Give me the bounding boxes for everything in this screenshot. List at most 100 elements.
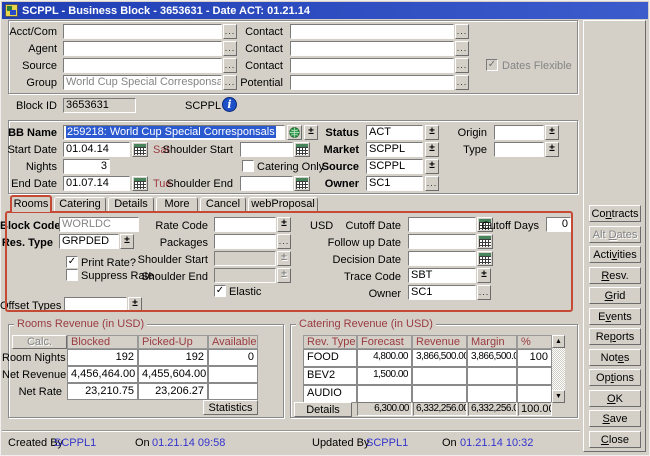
start-date-label: Start Date xyxy=(0,143,60,158)
shoulder-start-field[interactable] xyxy=(240,142,293,157)
catering-total-margin: 6,332,256.00 xyxy=(468,402,517,416)
catering-cell[interactable] xyxy=(412,385,467,403)
app-icon xyxy=(5,4,18,17)
catering-col-forecast: Forecast xyxy=(357,335,412,349)
tab-details[interactable]: Details xyxy=(108,197,154,212)
bb-name-selected-text: 259218: World Cup Special Corresponsals xyxy=(66,126,276,138)
rooms-cell[interactable] xyxy=(208,366,258,383)
notes-button[interactable]: Notes xyxy=(589,349,641,366)
created-by-value: SCPPL1 xyxy=(54,436,96,451)
events-button[interactable]: Events xyxy=(589,308,641,325)
tab-catering[interactable]: Catering xyxy=(54,197,106,212)
contact3-field[interactable] xyxy=(290,58,454,73)
status-label: Status xyxy=(300,126,362,141)
rooms-row-label-nights: Room Nights xyxy=(2,351,65,366)
bb-name-field[interactable]: 259218: World Cup Special Corresponsals xyxy=(63,125,285,140)
agent-label: Agent xyxy=(0,42,60,57)
owner-field[interactable]: SC1 xyxy=(366,176,423,191)
shoulder-end-field[interactable] xyxy=(240,176,293,191)
catering-revenue-title: Catering Revenue (in USD) xyxy=(296,318,436,330)
catering-cell[interactable] xyxy=(517,385,552,403)
catering-scrollbar[interactable] xyxy=(552,348,565,390)
rooms-cell[interactable]: 4,456,464.00 xyxy=(67,366,138,383)
options-button[interactable]: Options xyxy=(589,369,641,386)
window-title: SCPPL - Business Block - 3653631 - Date … xyxy=(22,5,310,17)
catering-cell[interactable]: 3,866,500.00 xyxy=(412,349,467,367)
catering-col-revtype: Rev. Type xyxy=(303,335,357,349)
rooms-cell[interactable]: 23,206.27 xyxy=(138,383,208,400)
catering-cell[interactable]: 3,866,500.00 xyxy=(467,349,517,367)
updated-on-label: On xyxy=(442,436,457,451)
close-button[interactable]: Close xyxy=(589,431,641,448)
contact1-field[interactable] xyxy=(290,24,454,39)
rooms-col-blocked: Blocked xyxy=(67,335,138,349)
activities-button[interactable]: Activities xyxy=(589,246,641,263)
ok-button[interactable]: OK xyxy=(589,390,641,407)
catering-col-pct: % xyxy=(517,335,552,349)
origin-label: Origin xyxy=(430,126,490,141)
contact3-lookup-button[interactable]: ... xyxy=(455,58,469,73)
tab-rooms[interactable]: Rooms xyxy=(10,195,52,212)
catering-cell[interactable]: 1,500.00 xyxy=(357,367,412,385)
potential-lookup-button[interactable]: ... xyxy=(455,75,469,90)
market-field[interactable]: SCPPL xyxy=(366,142,423,157)
catering-cell[interactable]: BEV2 xyxy=(303,367,357,385)
details-button[interactable]: Details xyxy=(294,402,352,417)
catering-cell[interactable]: FOOD xyxy=(303,349,357,367)
tab-webproposal[interactable]: webProposal xyxy=(248,197,318,212)
market-label: Market xyxy=(300,143,362,158)
contact1-label: Contact xyxy=(230,25,286,40)
agent-field[interactable] xyxy=(63,41,222,56)
rooms-cell[interactable]: 0 xyxy=(208,349,258,366)
catering-cell[interactable] xyxy=(467,385,517,403)
rooms-cell[interactable] xyxy=(208,383,258,400)
info-icon[interactable]: i xyxy=(222,97,237,112)
catering-cell[interactable]: 100 xyxy=(517,349,552,367)
type-lov-button[interactable]: ± xyxy=(545,142,559,157)
origin-lov-button[interactable]: ± xyxy=(545,125,559,140)
tab-more[interactable]: More xyxy=(156,197,198,212)
tab-cancel[interactable]: Cancel xyxy=(200,197,246,212)
nights-field[interactable]: 3 xyxy=(63,159,110,174)
catering-only-checkbox[interactable] xyxy=(242,160,254,172)
rooms-cell[interactable]: 23,210.75 xyxy=(67,383,138,400)
contact2-field[interactable] xyxy=(290,41,454,56)
acct-com-field[interactable] xyxy=(63,24,222,39)
contracts-button[interactable]: Contracts xyxy=(589,205,641,222)
status-field[interactable]: ACT xyxy=(366,125,423,140)
catering-cell[interactable] xyxy=(412,367,467,385)
catering-total-revenue: 6,332,256.00 xyxy=(413,402,467,416)
status-separator xyxy=(2,430,580,432)
scroll-up-icon[interactable]: ▲ xyxy=(552,335,565,348)
owner-lookup-button[interactable]: ... xyxy=(425,176,439,191)
potential-label: Potential xyxy=(230,76,286,91)
catering-cell[interactable]: AUDIO xyxy=(303,385,357,403)
type-field[interactable] xyxy=(494,142,544,157)
catering-cell[interactable] xyxy=(517,367,552,385)
catering-cell[interactable] xyxy=(357,385,412,403)
grid-button[interactable]: Grid xyxy=(589,287,641,304)
save-button[interactable]: Save xyxy=(589,410,641,427)
origin-field[interactable] xyxy=(494,125,544,140)
shoulder-end-label: Shoulder End xyxy=(120,177,236,192)
rooms-cell[interactable]: 192 xyxy=(67,349,138,366)
catering-cell[interactable]: 4,800.00 xyxy=(357,349,412,367)
catering-total-pct: 100.00 xyxy=(518,402,552,416)
title-bar[interactable]: SCPPL - Business Block - 3653631 - Date … xyxy=(2,2,648,19)
contact1-lookup-button[interactable]: ... xyxy=(455,24,469,39)
reports-button[interactable]: Reports xyxy=(589,328,641,345)
nights-label: Nights xyxy=(0,160,60,175)
rooms-cell[interactable]: 192 xyxy=(138,349,208,366)
source-lov-button[interactable]: ± xyxy=(425,159,439,174)
block-id-label: Block ID xyxy=(0,99,60,114)
resv-button[interactable]: Resv. xyxy=(589,267,641,284)
scroll-down-icon[interactable]: ▼ xyxy=(552,390,565,403)
source-field[interactable] xyxy=(63,58,222,73)
property-code-label: SCPPL xyxy=(185,99,221,114)
statistics-button[interactable]: Statistics xyxy=(203,400,258,415)
catering-cell[interactable] xyxy=(467,367,517,385)
rooms-cell[interactable]: 4,455,604.00 xyxy=(138,366,208,383)
potential-field[interactable] xyxy=(290,75,454,90)
contact2-lookup-button[interactable]: ... xyxy=(455,41,469,56)
source2-field[interactable]: SCPPL xyxy=(366,159,423,174)
